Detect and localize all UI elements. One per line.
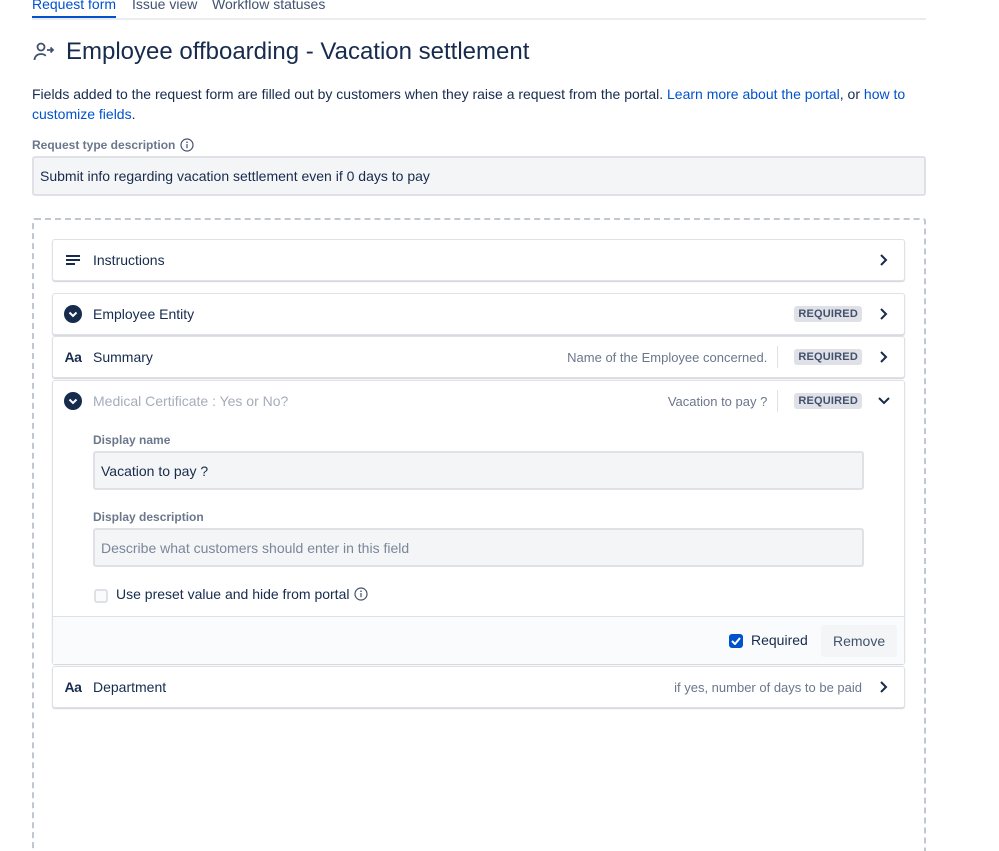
request-type-label-text: Request type description (32, 138, 176, 152)
person-arrow-icon (33, 42, 55, 61)
field-instructions[interactable]: Instructions (52, 239, 905, 281)
tab-issue-view[interactable]: Issue view (132, 0, 197, 12)
field-label: Instructions (93, 252, 165, 268)
required-badge: REQUIRED (794, 393, 862, 409)
preset-value-label: Use preset value and hide from portal (116, 586, 369, 602)
field-hint: Name of the Employee concerned. (567, 349, 768, 365)
request-type-label: Request type description (32, 138, 194, 152)
divider (777, 390, 779, 412)
display-description-placeholder: Describe what customers should enter in … (101, 539, 410, 556)
field-employee-entity[interactable]: Employee Entity REQUIRED (52, 293, 905, 335)
display-description-label: Display description (93, 510, 204, 524)
text-field-icon: Aa (64, 679, 82, 695)
field-hint: Vacation to pay ? (667, 393, 768, 409)
display-name-value: Vacation to pay ? (101, 462, 209, 479)
required-checkbox[interactable] (729, 634, 743, 648)
chevron-right-icon[interactable] (876, 306, 892, 322)
chevron-right-icon[interactable] (876, 679, 892, 695)
preset-value-text: Use preset value and hide from portal (116, 586, 350, 602)
chevron-right-icon[interactable] (876, 252, 892, 268)
field-hint: if yes, number of days to be paid (674, 679, 862, 695)
field-department[interactable]: Aa Department if yes, number of days to … (52, 666, 905, 708)
dropdown-circle-icon (64, 305, 82, 323)
field-header[interactable]: Medical Certificate : Yes or No? Vacatio… (53, 381, 904, 421)
required-badge: REQUIRED (794, 306, 862, 322)
lines-icon (64, 252, 82, 268)
page-title: Employee offboarding - Vacation settleme… (66, 38, 530, 65)
intro-between: , or (839, 86, 864, 102)
field-medical-certificate: Medical Certificate : Yes or No? Vacatio… (52, 380, 905, 664)
chevron-right-icon[interactable] (876, 349, 892, 365)
remove-button[interactable]: Remove (821, 625, 898, 657)
field-footer: Required Remove (53, 616, 904, 664)
intro-end: . (131, 106, 136, 122)
intro-text: Fields added to the request form are fil… (32, 84, 912, 124)
tab-request-form[interactable]: Request form (32, 0, 117, 18)
text-field-icon: Aa (64, 349, 82, 365)
required-label: Required (751, 632, 808, 648)
dropdown-circle-icon (64, 392, 82, 410)
intro-sentence: Fields added to the request form are fil… (32, 86, 667, 102)
display-description-input[interactable]: Describe what customers should enter in … (93, 528, 864, 567)
info-icon[interactable] (354, 587, 369, 601)
field-label: Medical Certificate : Yes or No? (93, 393, 289, 409)
request-type-description-input[interactable]: Submit info regarding vacation settlemen… (32, 156, 926, 196)
display-name-input[interactable]: Vacation to pay ? (93, 451, 864, 490)
info-icon[interactable] (180, 138, 194, 152)
field-label: Summary (93, 349, 153, 365)
field-label: Department (93, 679, 167, 695)
request-type-description-value: Submit info regarding vacation settlemen… (40, 168, 430, 184)
field-label: Employee Entity (93, 306, 195, 322)
chevron-down-icon[interactable] (876, 393, 892, 409)
preset-value-checkbox[interactable] (94, 589, 108, 603)
display-name-label: Display name (93, 433, 171, 447)
tab-bar: Request form Issue view Workflow statuse… (32, 0, 926, 20)
field-summary[interactable]: Aa Summary Name of the Employee concerne… (52, 336, 905, 378)
page-header: Employee offboarding - Vacation settleme… (32, 38, 529, 66)
learn-more-link[interactable]: Learn more about the portal (667, 86, 840, 102)
tab-workflow-statuses[interactable]: Workflow statuses (212, 0, 325, 12)
required-badge: REQUIRED (794, 349, 862, 365)
divider (777, 346, 779, 368)
